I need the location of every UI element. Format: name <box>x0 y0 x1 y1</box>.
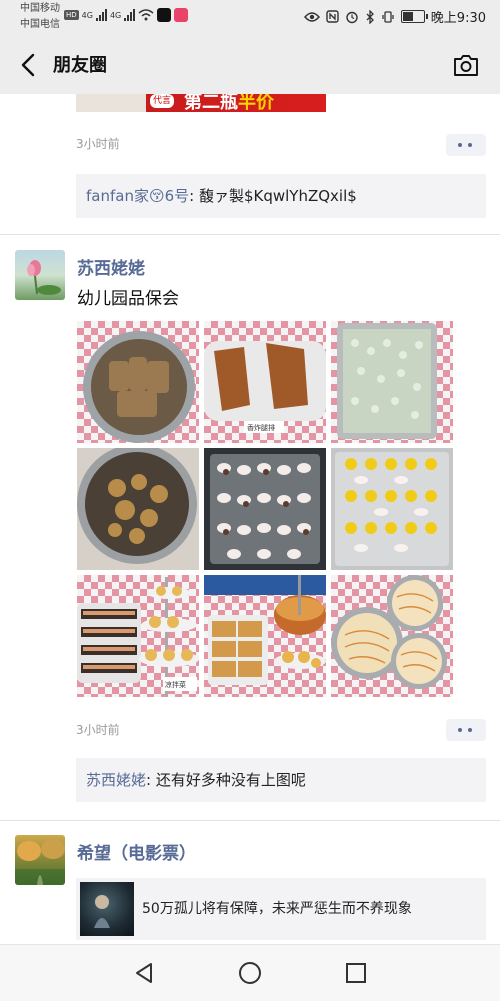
image-tag: 代言 <box>150 94 175 108</box>
post-time: 3小时前 <box>76 137 120 151</box>
comment-area: fanfan家😚6号: 馥ァ製$KqwlYhZQxil$ <box>76 174 486 218</box>
top-bar: 朋友圈 <box>0 36 500 94</box>
photo-3[interactable] <box>331 321 453 443</box>
photo-2[interactable]: 香炸腿排 <box>204 321 326 443</box>
post-time: 3小时前 <box>76 723 120 737</box>
comment-area: 苏西姥姥: 还有好多种没有上图呢 <box>76 758 486 802</box>
status-icons-left: HD 4G 4G <box>64 5 189 25</box>
battery-icon <box>400 10 428 23</box>
app-notification-icon <box>174 8 189 22</box>
net-label-1: 4G <box>81 10 93 20</box>
page-title: 朋友圈 <box>53 55 107 76</box>
nav-home-icon[interactable] <box>238 961 262 985</box>
photo-8[interactable] <box>204 575 326 697</box>
signal-icon <box>95 9 107 21</box>
photo-6[interactable] <box>331 448 453 570</box>
article-title: 50万孤儿将有保障，未来严惩生而不养现象 <box>142 901 412 917</box>
comment-text: : 馥ァ製$KqwlYhZQxil$ <box>189 187 357 205</box>
garden-avatar-icon <box>15 839 65 885</box>
post-text: 幼儿园品保会 <box>77 289 179 309</box>
comment-text: : 还有好多种没有上图呢 <box>146 771 306 789</box>
wifi-icon <box>138 9 154 21</box>
photo-4[interactable] <box>77 448 199 570</box>
clock: 晚上9:30 <box>430 11 486 26</box>
status-bar: 中国移动 中国电信 HD 4G 4G 晚上9:30 <box>0 0 500 36</box>
alarm-icon <box>346 11 358 23</box>
system-nav-bar <box>0 944 500 1001</box>
shared-article-card[interactable]: 50万孤儿将有保障，未来严惩生而不养现象 <box>76 878 486 940</box>
nfc-icon <box>326 10 339 23</box>
bluetooth-icon <box>366 9 374 24</box>
poster-name[interactable]: 希望（电影票） <box>77 839 196 864</box>
photo-label: 香炸腿排 <box>247 423 275 432</box>
photo-5[interactable] <box>204 448 326 570</box>
comment-author[interactable]: fanfan家😚6号 <box>86 187 189 205</box>
avatar[interactable] <box>15 835 65 885</box>
comment[interactable]: fanfan家😚6号: 馥ァ製$KqwlYhZQxil$ <box>86 185 357 206</box>
signal-icon-2 <box>124 9 136 21</box>
camera-icon[interactable] <box>452 52 480 78</box>
net-label-2: 4G <box>109 10 122 20</box>
carrier-1: 中国移动 <box>20 3 60 14</box>
moments-feed[interactable]: 代言 第二瓶半价 3小时前 fanfan家😚6号: 馥ァ製$KqwlYhZQxi… <box>0 94 500 944</box>
post-divider <box>0 820 500 821</box>
post-divider <box>0 234 500 235</box>
carrier-2: 中国电信 <box>20 19 60 30</box>
lotus-avatar-icon <box>27 260 61 295</box>
photo-1[interactable] <box>77 321 199 443</box>
article-thumbnail <box>80 882 134 936</box>
status-icons-right: 晚上9:30 <box>303 7 486 26</box>
eye-icon <box>303 11 320 22</box>
vibrate-icon <box>382 10 394 23</box>
nav-recents-icon[interactable] <box>345 962 367 984</box>
photo-grid: 香炸腿排 凉拌菜 <box>77 321 455 697</box>
tiktok-icon <box>157 8 172 22</box>
avatar[interactable] <box>15 250 65 300</box>
comment[interactable]: 苏西姥姥: 还有好多种没有上图呢 <box>86 769 306 790</box>
post-image-partial[interactable]: 代言 第二瓶半价 <box>76 94 326 112</box>
back-arrow-icon[interactable] <box>18 52 42 78</box>
image-headline: 第二瓶半价 <box>184 94 274 112</box>
photo-7[interactable]: 凉拌菜 <box>77 575 199 697</box>
more-button[interactable] <box>446 719 486 741</box>
hd-badge: HD <box>64 10 79 20</box>
nav-back-icon[interactable] <box>132 961 156 985</box>
more-button[interactable] <box>446 134 486 156</box>
photo-9[interactable] <box>331 575 453 697</box>
comment-author[interactable]: 苏西姥姥 <box>86 771 146 789</box>
poster-name[interactable]: 苏西姥姥 <box>77 254 145 279</box>
photo-label: 凉拌菜 <box>165 680 186 689</box>
